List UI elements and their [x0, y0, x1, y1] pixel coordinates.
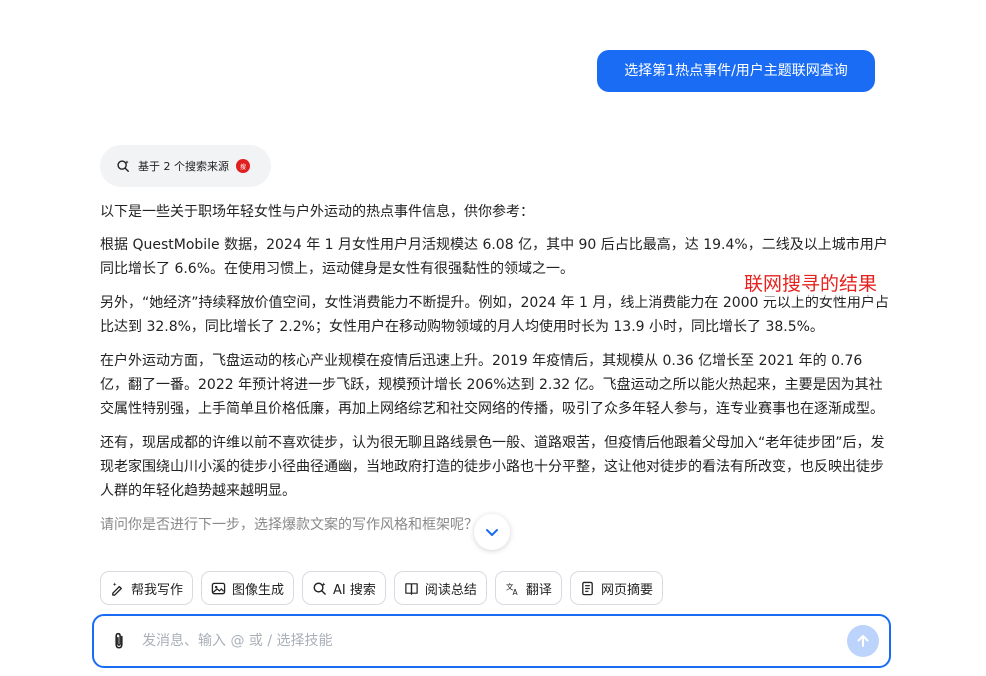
sources-pill[interactable]: 基于 2 个搜索来源 搜	[100, 145, 271, 187]
skill-label: AI 搜索	[333, 582, 376, 598]
skills-bar: 帮我写作 图像生成 AI 搜索 阅读总结 文 A 翻译 网页摘要	[100, 571, 663, 605]
skill-label: 帮我写作	[131, 582, 184, 598]
arrow-up-icon	[857, 635, 869, 647]
pen-sparkle-icon	[112, 581, 122, 596]
answer-paragraph: 另外，“她经济”持续释放价值空间，女性消费能力不断提升。例如，2024 年 1 …	[100, 295, 889, 335]
image-icon	[211, 582, 226, 594]
chevron-down-icon	[486, 529, 498, 536]
message-input[interactable]	[140, 632, 847, 650]
skill-image-button[interactable]: 图像生成	[201, 571, 295, 605]
search-sparkle-icon	[117, 160, 129, 172]
skill-label: 翻译	[525, 582, 552, 598]
user-message-bubble: 选择第1热点事件/用户主题联网查询	[597, 50, 875, 92]
message-composer	[92, 614, 891, 668]
scroll-down-button[interactable]	[474, 514, 510, 550]
skill-webpage-summary-button[interactable]: 网页摘要	[569, 571, 663, 605]
svg-text:A: A	[512, 588, 518, 596]
skill-label: 网页摘要	[600, 582, 653, 598]
skill-label: 图像生成	[232, 582, 285, 598]
read-summary-icon	[405, 582, 418, 595]
skill-ai-search-button[interactable]: AI 搜索	[302, 571, 386, 605]
translate-icon: 文 A	[506, 581, 519, 596]
assistant-answer: 以下是一些关于职场年轻女性与户外运动的热点事件信息，供你参考： 根据 Quest…	[100, 200, 890, 565]
answer-paragraph: 以下是一些关于职场年轻女性与户外运动的热点事件信息，供你参考：	[100, 204, 534, 220]
answer-paragraph: 还有，现居成都的许维以前不喜欢徒步，认为很无聊且路线景色一般、道路艰苦，但疫情后…	[100, 435, 885, 499]
webpage-summary-icon	[582, 581, 593, 595]
answer-paragraph: 在户外运动方面，飞盘运动的核心产业规模在疫情后迅速上升。2019 年疫情后，其规…	[100, 353, 884, 417]
skill-read-summary-button[interactable]: 阅读总结	[393, 571, 487, 605]
source-favicon-icon: 搜	[236, 159, 250, 173]
skill-label: 阅读总结	[424, 582, 477, 598]
skill-translate-button[interactable]: 文 A 翻译	[494, 571, 562, 605]
attachment-icon[interactable]	[110, 632, 128, 650]
annotation-label: 联网搜寻的结果	[744, 271, 878, 297]
skill-write-button[interactable]: 帮我写作	[100, 571, 194, 605]
search-sparkle-icon	[313, 581, 326, 595]
sources-label: 基于 2 个搜索来源	[138, 160, 229, 173]
send-button[interactable]	[847, 625, 879, 657]
